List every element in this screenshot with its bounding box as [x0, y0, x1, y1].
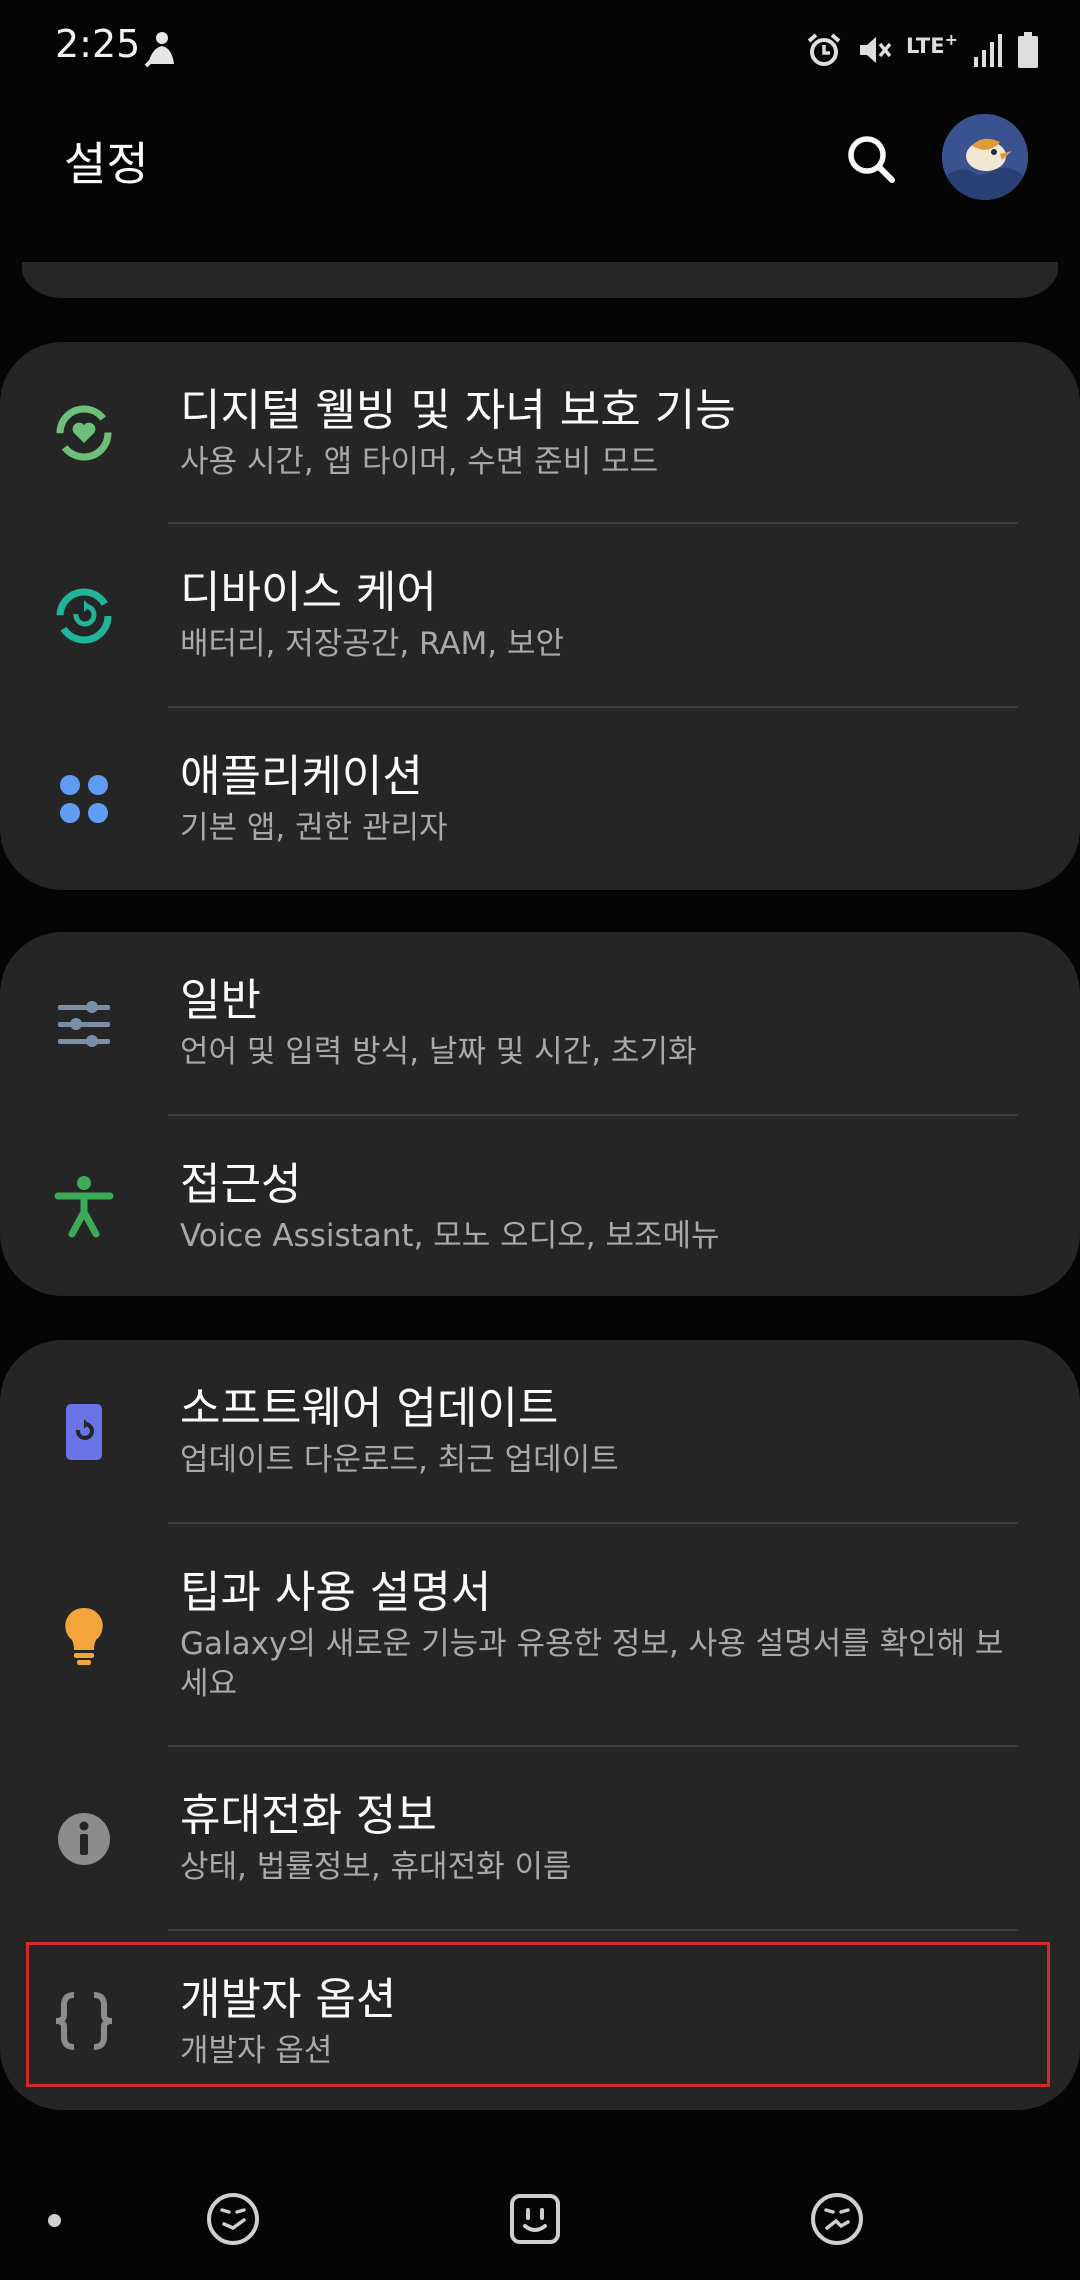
developer-options-icon	[55, 1991, 113, 2050]
nav-left-icon[interactable]	[204, 2190, 262, 2248]
setting-item-device-care[interactable]: 디바이스 케어 배터리, 저장공간, RAM, 보안	[0, 524, 1080, 708]
setting-item-software-update[interactable]: 소프트웨어 업데이트 업데이트 다운로드, 최근 업데이트	[0, 1340, 1080, 1524]
alarm-icon	[807, 33, 841, 66]
avatar-bird-icon	[942, 114, 1028, 200]
item-title: 접근성	[180, 1159, 302, 1210]
status-time: 2:25	[55, 22, 141, 66]
notification-app-icon	[144, 32, 174, 68]
item-title: 휴대전화 정보	[180, 1790, 437, 1841]
nav-dot[interactable]	[48, 2214, 61, 2227]
item-title: 소프트웨어 업데이트	[180, 1383, 559, 1434]
item-subtitle: 업데이트 다운로드, 최근 업데이트	[180, 1442, 619, 1478]
setting-item-developer-options[interactable]: 개발자 옵션 개발자 옵션	[0, 1931, 1080, 2110]
item-subtitle: 상태, 법률정보, 휴대전화 이름	[180, 1849, 572, 1885]
setting-item-digital-wellbeing[interactable]: 디지털 웰빙 및 자녀 보호 기능 사용 시간, 앱 타이머, 수면 준비 모드	[0, 342, 1080, 524]
item-subtitle: 기본 앱, 권한 관리자	[180, 810, 448, 846]
item-subtitle: Galaxy의 새로운 기능과 유용한 정보, 사용 설명서를 확인해 보세요	[180, 1626, 1004, 1702]
item-subtitle: Voice Assistant, 모노 오디오, 보조메뉴	[180, 1218, 720, 1254]
settings-card-3: 소프트웨어 업데이트 업데이트 다운로드, 최근 업데이트 팁과 사용 설명서 …	[0, 1340, 1080, 2110]
settings-card-2: 일반 언어 및 입력 방식, 날짜 및 시간, 초기화 접근성 Voice As…	[0, 932, 1080, 1296]
apps-icon	[60, 775, 108, 823]
item-title: 팁과 사용 설명서	[180, 1567, 492, 1618]
previous-card-edge	[22, 262, 1058, 298]
item-title: 디바이스 케어	[180, 567, 437, 618]
battery-icon	[1018, 32, 1038, 68]
status-bar: 2:25 LTE+	[0, 0, 1080, 100]
profile-avatar[interactable]	[942, 114, 1028, 200]
setting-item-general[interactable]: 일반 언어 및 입력 방식, 날짜 및 시간, 초기화	[0, 932, 1080, 1116]
device-care-icon	[56, 588, 112, 644]
navigation-bar	[0, 2150, 1080, 2280]
software-update-icon	[66, 1404, 102, 1460]
setting-item-applications[interactable]: 애플리케이션 기본 앱, 권한 관리자	[0, 708, 1080, 890]
search-icon[interactable]	[840, 128, 902, 190]
item-subtitle: 개발자 옵션	[180, 2033, 333, 2069]
item-subtitle: 사용 시간, 앱 타이머, 수면 준비 모드	[180, 444, 659, 480]
nav-home-icon[interactable]	[506, 2190, 564, 2248]
page-title: 설정	[64, 137, 149, 191]
item-title: 디지털 웰빙 및 자녀 보호 기능	[180, 385, 736, 436]
accessibility-icon	[54, 1176, 114, 1238]
lte-icon: LTE+	[906, 29, 958, 58]
signal-icon	[974, 34, 1002, 67]
app-bar: 설정	[0, 100, 1080, 220]
setting-item-accessibility[interactable]: 접근성 Voice Assistant, 모노 오디오, 보조메뉴	[0, 1116, 1080, 1296]
item-subtitle: 배터리, 저장공간, RAM, 보안	[180, 626, 565, 662]
setting-item-tips[interactable]: 팁과 사용 설명서 Galaxy의 새로운 기능과 유용한 정보, 사용 설명서…	[0, 1524, 1080, 1747]
status-icons: LTE+	[806, 26, 1040, 74]
item-title: 개발자 옵션	[180, 1974, 397, 2025]
settings-card-1: 디지털 웰빙 및 자녀 보호 기능 사용 시간, 앱 타이머, 수면 준비 모드…	[0, 342, 1080, 890]
item-title: 애플리케이션	[180, 751, 423, 802]
info-icon	[58, 1813, 110, 1865]
item-subtitle: 언어 및 입력 방식, 날짜 및 시간, 초기화	[180, 1034, 697, 1070]
mute-icon	[860, 37, 892, 63]
general-management-icon	[58, 1001, 110, 1047]
tips-bulb-icon	[65, 1607, 103, 1665]
setting-item-phone-info[interactable]: 휴대전화 정보 상태, 법률정보, 휴대전화 이름	[0, 1747, 1080, 1931]
nav-right-icon[interactable]	[808, 2190, 866, 2248]
digital-wellbeing-icon	[56, 405, 112, 461]
item-title: 일반	[180, 975, 261, 1026]
